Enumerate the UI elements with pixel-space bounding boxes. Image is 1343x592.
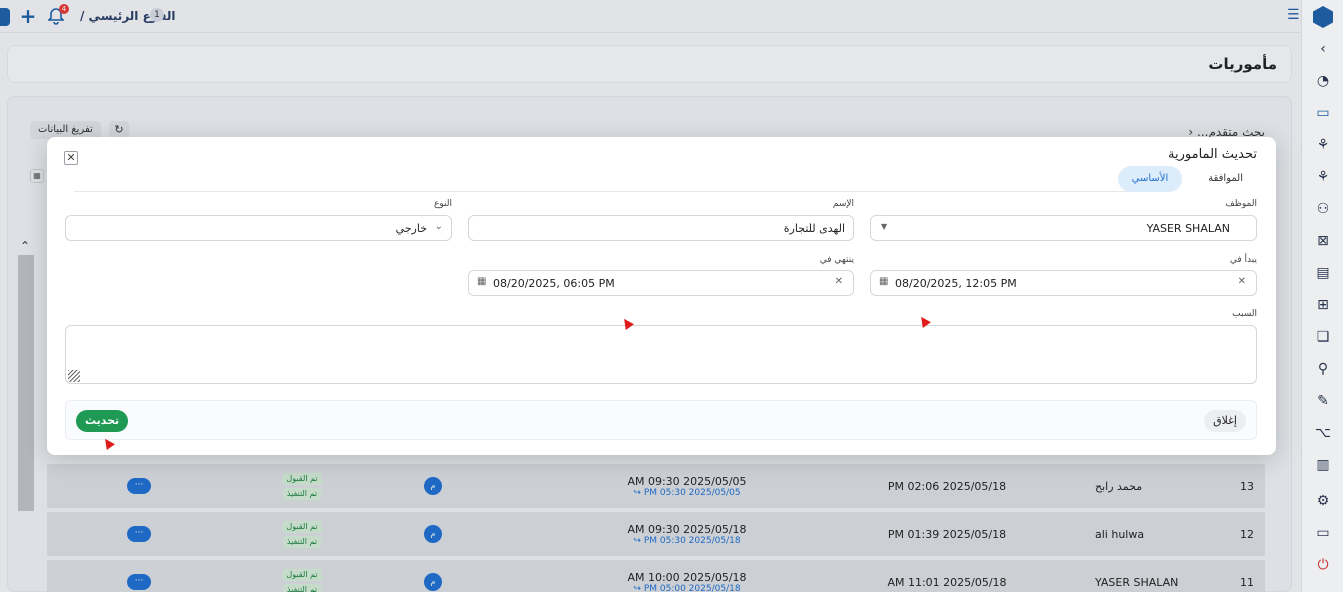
update-button[interactable]: تحديث [76, 410, 129, 432]
starts-at-value: 08/20/2025, 12:05 PM [895, 277, 1017, 290]
clear-icon[interactable]: ✕ [835, 276, 843, 287]
ends-at-label: ينتهي في [819, 255, 854, 265]
name-label: الإسم [832, 199, 854, 209]
chevron-down-icon: ⌄ [434, 221, 443, 232]
type-select[interactable]: ⌄ خارجي [65, 215, 452, 241]
type-value: خارجي [395, 222, 427, 235]
tabs-divider [74, 191, 1131, 192]
modal-title: تحديث المامورية [1168, 147, 1257, 162]
close-button[interactable]: إغلاق [1204, 410, 1246, 432]
name-field[interactable]: الهدى للتجارة [468, 215, 854, 241]
employee-select[interactable]: ▼ YASER SHALAN [870, 215, 1257, 241]
ends-at-value: 08/20/2025, 06:05 PM [493, 277, 615, 290]
modal-footer: إغلاق تحديث [65, 400, 1257, 440]
calendar-icon: ▦ [879, 276, 889, 287]
type-label: النوع [434, 199, 452, 209]
close-icon[interactable]: ✕ [64, 151, 78, 165]
reason-label: السبب [1232, 309, 1257, 319]
clear-icon[interactable]: ✕ [1238, 276, 1246, 287]
reason-textarea[interactable] [65, 325, 1257, 384]
starts-at-field[interactable]: ▦ 08/20/2025, 12:05 PM ✕ [870, 270, 1257, 296]
resize-handle-icon[interactable] [68, 370, 80, 382]
tab-approval[interactable]: الموافقة [1194, 166, 1257, 192]
employee-label: الموظف [1225, 199, 1257, 209]
update-mission-modal: ✕ تحديث المامورية الأساسي الموافقة الموظ… [47, 137, 1276, 455]
starts-at-label: يبدأ في [1229, 255, 1257, 265]
employee-value: YASER SHALAN [1146, 222, 1230, 235]
tab-basic[interactable]: الأساسي [1117, 166, 1183, 192]
modal-tabs: الأساسي الموافقة [1117, 166, 1257, 192]
caret-down-icon: ▼ [881, 222, 888, 231]
ends-at-field[interactable]: ▦ 08/20/2025, 06:05 PM ✕ [468, 270, 854, 296]
name-value: الهدى للتجارة [783, 222, 845, 235]
calendar-icon: ▦ [477, 276, 487, 287]
